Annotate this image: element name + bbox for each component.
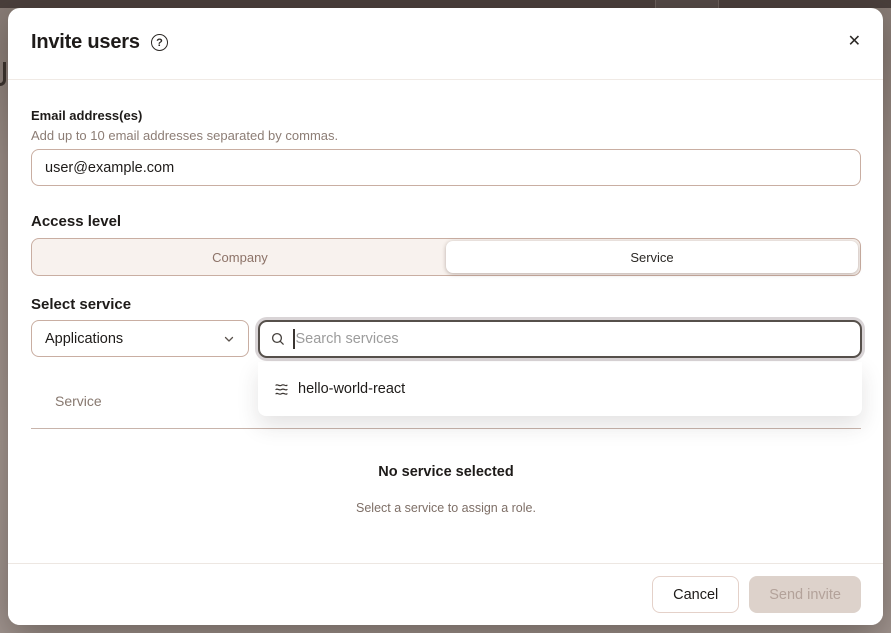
access-level-segmented-control: Company Service xyxy=(31,238,861,276)
search-services-input[interactable] xyxy=(295,331,851,347)
access-level-label: Access level xyxy=(31,213,121,230)
email-label: Email address(es) xyxy=(31,108,142,123)
help-icon[interactable]: ? xyxy=(151,34,168,51)
empty-state-title: No service selected xyxy=(31,464,861,480)
search-services-box xyxy=(258,320,862,358)
send-invite-button[interactable]: Send invite xyxy=(749,576,861,613)
topbar-separator xyxy=(718,0,719,8)
select-service-label: Select service xyxy=(31,296,131,313)
empty-state-subtitle: Select a service to assign a role. xyxy=(31,501,861,515)
dialog-header: Invite users ? ✕ xyxy=(8,8,883,80)
background-topbar-button-remnant xyxy=(656,0,718,8)
background-page-text-remnant xyxy=(0,62,6,86)
close-icon[interactable]: ✕ xyxy=(848,34,861,50)
background-page-topbar xyxy=(0,0,891,8)
screen: Invite users ? ✕ Email address(es) Add u… xyxy=(0,0,891,633)
invite-users-dialog: Invite users ? ✕ Email address(es) Add u… xyxy=(8,8,883,625)
table-header-divider xyxy=(31,428,861,429)
search-icon xyxy=(270,331,286,347)
search-results-dropdown: hello-world-react xyxy=(258,362,862,416)
service-result-item[interactable]: hello-world-react xyxy=(258,367,862,411)
segment-company[interactable]: Company xyxy=(34,241,446,273)
dialog-footer: Cancel Send invite xyxy=(8,563,883,625)
chevron-down-icon xyxy=(223,333,235,349)
service-category-value: Applications xyxy=(45,331,123,347)
dialog-title: Invite users xyxy=(31,31,140,54)
segment-service[interactable]: Service xyxy=(446,241,858,273)
email-field[interactable] xyxy=(31,149,861,186)
service-column-header: Service xyxy=(55,393,102,409)
service-category-select[interactable]: Applications xyxy=(31,320,249,357)
service-result-label: hello-world-react xyxy=(298,381,405,397)
topbar-separator xyxy=(655,0,656,8)
stack-icon xyxy=(274,381,289,398)
email-helper-text: Add up to 10 email addresses separated b… xyxy=(31,128,338,143)
cancel-button[interactable]: Cancel xyxy=(652,576,739,613)
